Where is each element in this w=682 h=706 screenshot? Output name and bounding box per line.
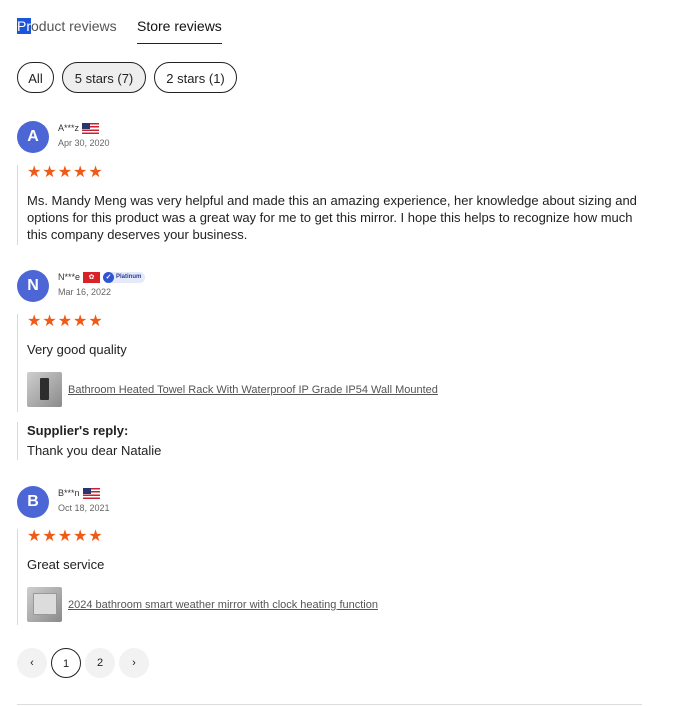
review-text: Great service: [27, 557, 105, 572]
review-body: ★★★★★ Very good quality Bathroom Heated …: [17, 314, 649, 412]
active-tab-underline: [137, 43, 222, 44]
reviewer-meta: A***z Apr 30, 2020: [58, 121, 110, 148]
product-thumbnail[interactable]: [27, 372, 62, 407]
platinum-badge: ✓ Platinum: [103, 271, 146, 283]
filter-all[interactable]: All: [17, 62, 54, 93]
filter-5-stars[interactable]: 5 stars (7): [62, 62, 146, 93]
us-flag-icon: [82, 487, 100, 499]
reply-title: Supplier's reply:: [27, 423, 129, 438]
product-link-text[interactable]: Bathroom Heated Towel Rack With Waterpro…: [68, 384, 438, 396]
review-text: Very good quality: [27, 342, 127, 357]
divider: [17, 704, 642, 705]
reviewer-name: B***n: [58, 488, 80, 498]
review-body: ★★★★★ Ms. Mandy Meng was very helpful an…: [17, 165, 649, 245]
star-rating: ★★★★★: [27, 313, 104, 330]
page-1-button[interactable]: 1: [51, 648, 81, 678]
star-rating: ★★★★★: [27, 528, 104, 545]
us-flag-icon: [82, 122, 100, 134]
avatar: A: [17, 121, 49, 153]
filter-2-stars[interactable]: 2 stars (1): [154, 62, 237, 93]
reviewer-meta: N***e ✿ ✓ Platinum Mar 16, 2022: [58, 270, 146, 297]
reviewer-name: A***z: [58, 123, 80, 133]
platinum-badge-label: Platinum: [116, 274, 142, 280]
review-tabs: Product reviews Store reviews: [17, 17, 657, 45]
prev-page-button[interactable]: ‹: [17, 648, 47, 678]
product-thumbnail[interactable]: [27, 587, 62, 622]
supplier-reply: Supplier's reply: Thank you dear Natalie: [17, 422, 627, 460]
tab-product-reviews-label: oduct reviews: [31, 18, 117, 34]
star-rating: ★★★★★: [27, 164, 104, 181]
avatar: B: [17, 486, 49, 518]
reviewer-meta: B***n Oct 18, 2021: [58, 486, 110, 513]
hk-flag-icon: ✿: [83, 271, 101, 283]
review-date: Mar 16, 2022: [58, 287, 112, 297]
reviewer-name: N***e: [58, 272, 81, 282]
product-link-text[interactable]: 2024 bathroom smart weather mirror with …: [68, 599, 378, 611]
tab-store-reviews[interactable]: Store reviews: [137, 17, 222, 35]
tab-product-reviews[interactable]: Product reviews: [17, 17, 117, 35]
tab-product-reviews-selected-text: Pr: [17, 18, 31, 34]
review-body: ★★★★★ Great service 2024 bathroom smart …: [17, 529, 649, 625]
product-link[interactable]: Bathroom Heated Towel Rack With Waterpro…: [27, 372, 649, 407]
review-date: Apr 30, 2020: [58, 138, 110, 148]
product-link[interactable]: 2024 bathroom smart weather mirror with …: [27, 587, 649, 622]
review-text: Ms. Mandy Meng was very helpful and made…: [27, 193, 637, 242]
pagination: ‹ 1 2 ›: [17, 648, 149, 678]
avatar: N: [17, 270, 49, 302]
reply-text: Thank you dear Natalie: [27, 443, 162, 458]
page-2-button[interactable]: 2: [85, 648, 115, 678]
rating-filters: All 5 stars (7) 2 stars (1): [17, 62, 237, 93]
review-date: Oct 18, 2021: [58, 503, 110, 513]
verified-check-icon: ✓: [103, 271, 115, 283]
next-page-button[interactable]: ›: [119, 648, 149, 678]
